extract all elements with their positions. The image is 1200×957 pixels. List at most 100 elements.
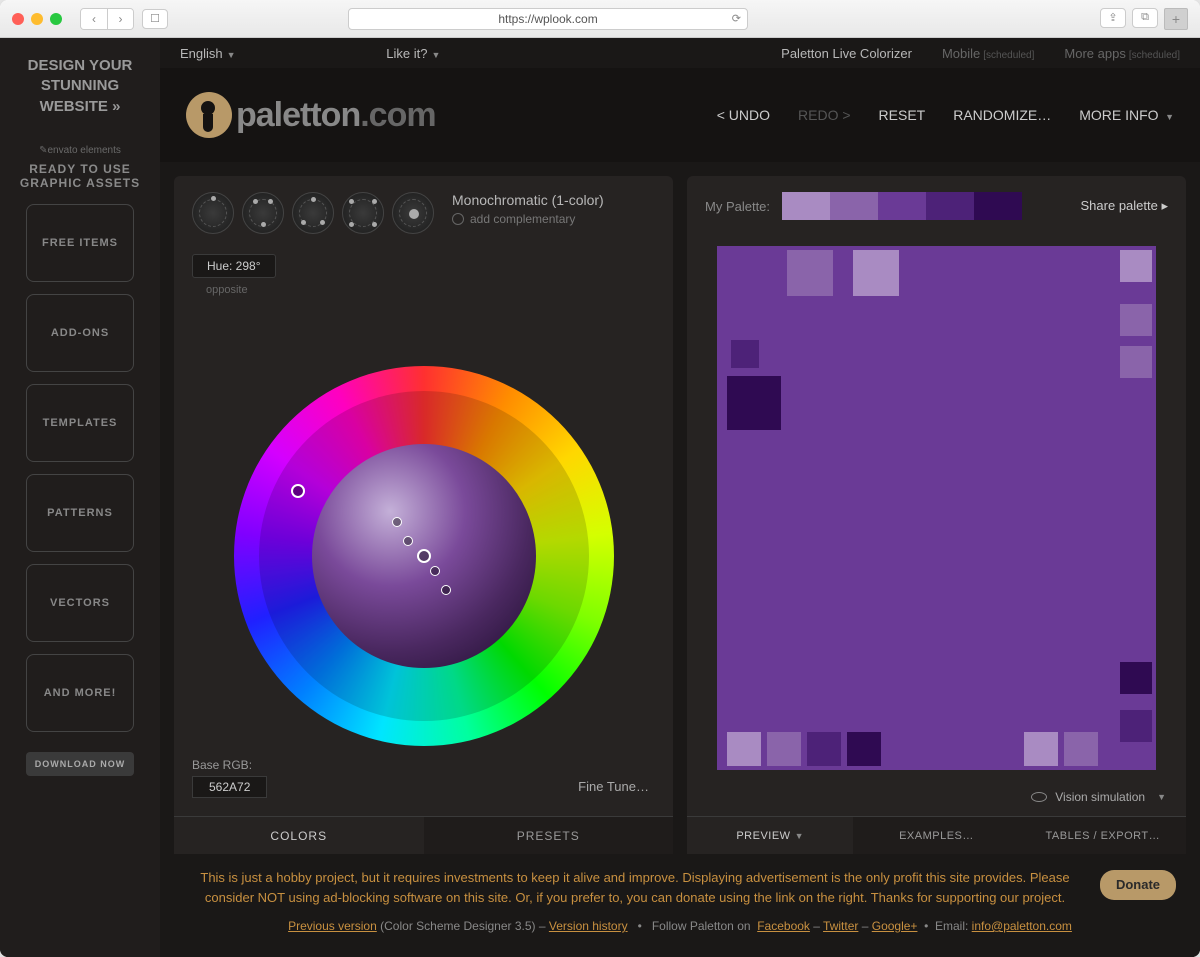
center-marker[interactable] bbox=[417, 549, 431, 563]
color-wheel-panel: Monochromatic (1-color) add complementar… bbox=[174, 176, 673, 854]
tab-presets[interactable]: PRESETS bbox=[424, 817, 674, 854]
sidebar-item-addons[interactable]: ADD-ONS bbox=[26, 294, 134, 372]
new-tab-button[interactable]: + bbox=[1164, 8, 1188, 30]
browser-chrome: ‹ › ☐ https://wplook.com ⟳ ⇪ ⧉ + bbox=[0, 0, 1200, 38]
preview-sq bbox=[1064, 732, 1098, 766]
sidebar-item-more[interactable]: AND MORE! bbox=[26, 654, 134, 732]
radio-off-icon bbox=[452, 213, 464, 225]
twitter-link[interactable]: Twitter bbox=[823, 919, 858, 933]
add-complementary-toggle[interactable]: add complementary bbox=[452, 212, 604, 226]
chevron-down-icon: ▼ bbox=[432, 50, 441, 60]
footer-message: This is just a hobby project, but it req… bbox=[184, 868, 1176, 907]
preview-sq bbox=[1120, 662, 1152, 694]
mobile-link[interactable]: Mobile[scheduled] bbox=[942, 46, 1034, 61]
url-bar[interactable]: https://wplook.com ⟳ bbox=[348, 8, 748, 30]
swatch-0[interactable] bbox=[782, 192, 830, 220]
hue-value[interactable]: Hue: 298° bbox=[192, 254, 276, 278]
preview-sq bbox=[847, 732, 881, 766]
hue-marker[interactable] bbox=[291, 484, 305, 498]
nav-group: ‹ › bbox=[80, 8, 134, 30]
url-text: https://wplook.com bbox=[498, 12, 597, 26]
base-rgb-value[interactable]: 562A72 bbox=[192, 776, 267, 798]
sidebar-item-free[interactable]: FREE ITEMS bbox=[26, 204, 134, 282]
swatch-1[interactable] bbox=[830, 192, 878, 220]
swatch-2[interactable] bbox=[878, 192, 926, 220]
swatch-3[interactable] bbox=[926, 192, 974, 220]
version-history-link[interactable]: Version history bbox=[549, 919, 628, 933]
preview-sq bbox=[1120, 346, 1152, 378]
preview-sq bbox=[1120, 304, 1152, 336]
shade-marker-4[interactable] bbox=[441, 585, 451, 595]
preview-sq bbox=[767, 732, 801, 766]
fine-tune-button[interactable]: Fine Tune… bbox=[578, 779, 649, 794]
tab-tables-export[interactable]: TABLES / EXPORT… bbox=[1020, 817, 1186, 854]
share-palette-button[interactable]: Share palette ▸ bbox=[1081, 198, 1168, 214]
maximize-window-button[interactable] bbox=[50, 13, 62, 25]
sidebar-toggle-button[interactable]: ☐ bbox=[142, 9, 168, 29]
shade-marker-3[interactable] bbox=[430, 566, 440, 576]
logo-mark-icon bbox=[186, 92, 232, 138]
minimize-window-button[interactable] bbox=[31, 13, 43, 25]
footer-links: Previous version (Color Scheme Designer … bbox=[184, 919, 1176, 933]
preview-sq bbox=[853, 250, 899, 296]
share-button[interactable]: ⇪ bbox=[1100, 8, 1126, 28]
more-info-button[interactable]: MORE INFO ▼ bbox=[1079, 107, 1174, 123]
previous-version-link[interactable]: Previous version bbox=[288, 919, 377, 933]
swatch-4[interactable] bbox=[974, 192, 1022, 220]
color-wheel[interactable] bbox=[234, 366, 614, 746]
undo-button[interactable]: < UNDO bbox=[717, 107, 770, 123]
sidebar-title: READY TO USE GRAPHIC ASSETS bbox=[10, 162, 150, 190]
sidebar-item-templates[interactable]: TEMPLATES bbox=[26, 384, 134, 462]
googleplus-link[interactable]: Google+ bbox=[872, 919, 918, 933]
download-now-button[interactable]: DOWNLOAD NOW bbox=[26, 752, 134, 776]
palette-strip[interactable] bbox=[782, 192, 1022, 220]
colorizer-link[interactable]: Paletton Live Colorizer bbox=[781, 46, 912, 61]
redo-button[interactable]: REDO > bbox=[798, 107, 851, 123]
facebook-link[interactable]: Facebook bbox=[757, 919, 810, 933]
sidebar-item-patterns[interactable]: PATTERNS bbox=[26, 474, 134, 552]
donate-button[interactable]: Donate bbox=[1100, 870, 1176, 900]
my-palette-label: My Palette: bbox=[705, 199, 770, 214]
chevron-down-icon: ▼ bbox=[795, 831, 804, 841]
email-link[interactable]: info@paletton.com bbox=[972, 919, 1072, 933]
tab-colors[interactable]: COLORS bbox=[174, 817, 424, 854]
scheme-freestyle-button[interactable] bbox=[392, 192, 434, 234]
opposite-link[interactable]: opposite bbox=[206, 284, 673, 296]
preview-sq bbox=[807, 732, 841, 766]
shade-marker-1[interactable] bbox=[392, 517, 402, 527]
eye-icon bbox=[1031, 792, 1047, 802]
shade-marker-2[interactable] bbox=[403, 536, 413, 546]
window-controls bbox=[12, 13, 62, 25]
preview-sq bbox=[731, 340, 759, 368]
close-window-button[interactable] bbox=[12, 13, 24, 25]
chevron-down-icon: ▼ bbox=[1163, 112, 1174, 122]
app-header: paletton.com < UNDO REDO > RESET RANDOMI… bbox=[160, 68, 1200, 162]
chevron-down-icon: ▼ bbox=[1157, 792, 1166, 802]
language-selector[interactable]: English▼ bbox=[180, 46, 236, 61]
tab-preview[interactable]: PREVIEW ▼ bbox=[687, 817, 853, 854]
sidebar-hero-link[interactable]: DESIGN YOUR STUNNING WEBSITE » bbox=[10, 56, 150, 117]
vision-simulation-button[interactable]: Vision simulation▼ bbox=[687, 790, 1186, 816]
preview-sq bbox=[1024, 732, 1058, 766]
back-button[interactable]: ‹ bbox=[81, 9, 107, 29]
logo[interactable]: paletton.com bbox=[186, 92, 436, 138]
tab-examples[interactable]: EXAMPLES… bbox=[853, 817, 1019, 854]
topbar: English▼ Like it?▼ Paletton Live Coloriz… bbox=[160, 38, 1200, 68]
more-apps-link[interactable]: More apps[scheduled] bbox=[1064, 46, 1180, 61]
scheme-adjacent-button[interactable] bbox=[242, 192, 284, 234]
base-rgb-label: Base RGB: 562A72 bbox=[192, 758, 267, 798]
chevron-down-icon: ▼ bbox=[227, 50, 236, 60]
scheme-title: Monochromatic (1-color) bbox=[452, 192, 604, 208]
preview-sq bbox=[1120, 250, 1152, 282]
reset-button[interactable]: RESET bbox=[879, 107, 926, 123]
scheme-mono-button[interactable] bbox=[192, 192, 234, 234]
scheme-tetrad-button[interactable] bbox=[342, 192, 384, 234]
scheme-triad-button[interactable] bbox=[292, 192, 334, 234]
reload-icon[interactable]: ⟳ bbox=[732, 12, 741, 25]
like-it-menu[interactable]: Like it?▼ bbox=[386, 46, 440, 61]
preview-canvas[interactable] bbox=[717, 246, 1156, 770]
forward-button[interactable]: › bbox=[107, 9, 133, 29]
randomize-button[interactable]: RANDOMIZE… bbox=[953, 107, 1051, 123]
sidebar-item-vectors[interactable]: VECTORS bbox=[26, 564, 134, 642]
tabs-button[interactable]: ⧉ bbox=[1132, 8, 1158, 28]
